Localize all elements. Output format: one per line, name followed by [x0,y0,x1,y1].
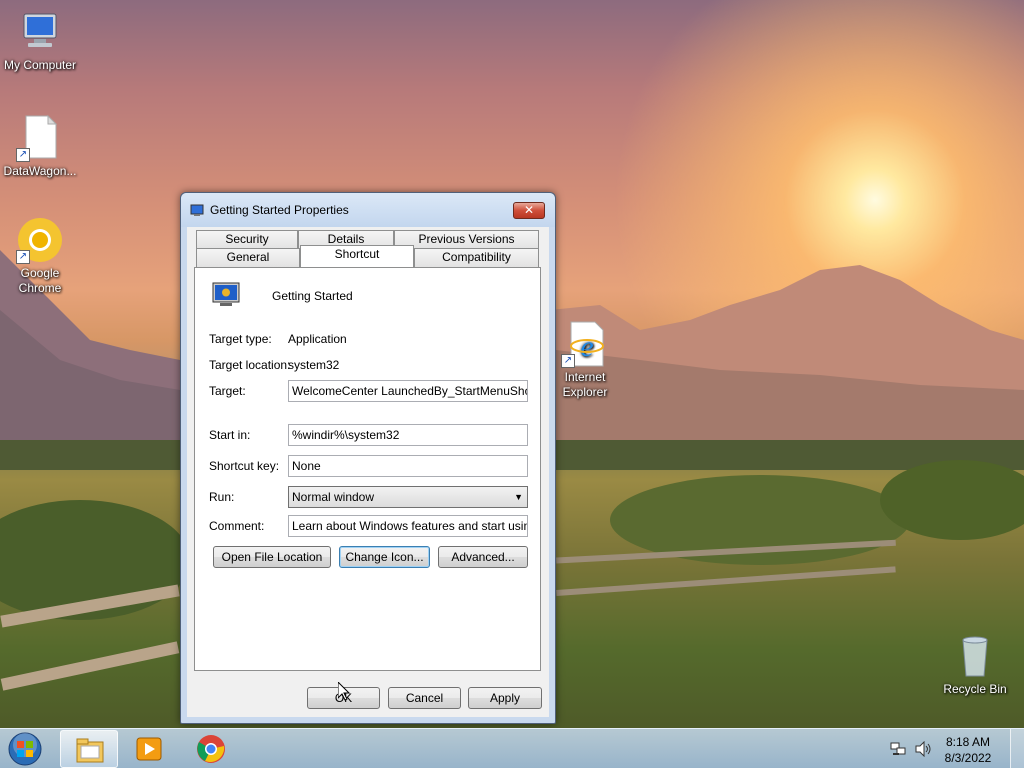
document-icon: ↗ [16,114,64,162]
chrome-icon: ↗ [16,216,64,264]
system-clock[interactable]: 8:18 AM 8/3/2022 [938,734,998,766]
start-button[interactable] [6,731,44,767]
taskbar: 8:18 AM 8/3/2022 [0,728,1024,768]
desktop-icon-google-chrome[interactable]: ↗ Google Chrome [0,216,80,296]
start-in-input[interactable]: %windir%\system32 [288,424,528,446]
tab-previous-versions[interactable]: Previous Versions [394,230,539,249]
separator [209,319,527,320]
shortcut-app-icon [190,204,204,216]
comment-label: Comment: [209,519,265,533]
taskbar-media-player[interactable] [120,730,178,768]
target-location-value: system32 [288,358,340,372]
show-desktop-button[interactable] [1010,729,1024,768]
desktop-icon-recycle-bin[interactable]: Recycle Bin [935,632,1015,697]
media-player-icon [136,737,162,761]
desktop-icon-label: My Computer [3,58,77,72]
target-type-label: Target type: [209,332,272,346]
desktop-icon-my-computer[interactable]: My Computer [0,8,80,73]
tab-security[interactable]: Security [196,230,298,249]
shortcut-arrow-icon: ↗ [16,148,30,162]
dialog-title: Getting Started Properties [210,203,349,217]
target-location-label: Target location: [209,358,291,372]
shortcut-arrow-icon: ↗ [16,250,30,264]
network-icon[interactable] [890,741,906,757]
getting-started-icon [212,282,240,306]
clock-time: 8:18 AM [945,735,991,749]
cancel-button[interactable]: Cancel [388,687,461,709]
clock-date: 8/3/2022 [944,751,992,765]
advanced-button[interactable]: Advanced... [438,546,528,568]
change-icon-button[interactable]: Change Icon... [339,546,430,568]
separator [209,411,527,412]
shortcut-tab-panel: Getting Started Target type: Application… [194,267,541,671]
chevron-down-icon: ▼ [514,492,523,502]
close-button[interactable]: ✕ [513,202,545,219]
desktop-icon-internet-explorer[interactable]: e ↗ Internet Explorer [545,320,625,400]
tab-general[interactable]: General [196,248,300,267]
item-name: Getting Started [272,289,353,303]
desktop-icon-datawagon[interactable]: ↗ DataWagon... [0,114,80,179]
shortcut-arrow-icon: ↗ [561,354,575,368]
desktop-icon-label: DataWagon... [3,164,77,178]
start-in-label: Start in: [209,428,251,442]
apply-button[interactable]: Apply [468,687,542,709]
shortcut-key-label: Shortcut key: [209,459,280,473]
windows-explorer-icon [76,738,104,763]
desktop-icon-label: Internet Explorer [562,370,608,399]
recycle-bin-icon [951,632,999,680]
target-input[interactable]: WelcomeCenter LaunchedBy_StartMenuShortc… [288,380,528,402]
target-label: Target: [209,384,246,398]
dialog-client-area: Security Details Previous Versions Gener… [187,227,549,717]
desktop-icon-label: Recycle Bin [943,682,1007,696]
taskbar-chrome[interactable] [182,730,240,768]
internet-explorer-icon: e ↗ [561,320,609,368]
tab-compatibility[interactable]: Compatibility [414,248,539,267]
taskbar-windows-explorer[interactable] [60,730,118,768]
chrome-icon [197,735,225,763]
comment-input[interactable]: Learn about Windows features and start u… [288,515,528,537]
svg-text:e: e [580,330,593,363]
target-type-value: Application [288,332,347,346]
dialog-titlebar[interactable]: Getting Started Properties ✕ [181,193,555,227]
tab-shortcut[interactable]: Shortcut [300,245,414,267]
run-label: Run: [209,490,235,504]
run-select[interactable]: Normal window ▼ [288,486,528,508]
open-file-location-button[interactable]: Open File Location [213,546,331,568]
windows-logo-icon [8,732,42,766]
run-select-value: Normal window [292,490,375,504]
shortcut-key-input[interactable]: None [288,455,528,477]
mouse-cursor-icon [338,682,350,701]
volume-icon[interactable] [914,741,932,757]
properties-dialog: Getting Started Properties ✕ Security De… [180,192,556,724]
desktop-icon-label: Google Chrome [18,266,62,295]
computer-icon [16,8,64,56]
